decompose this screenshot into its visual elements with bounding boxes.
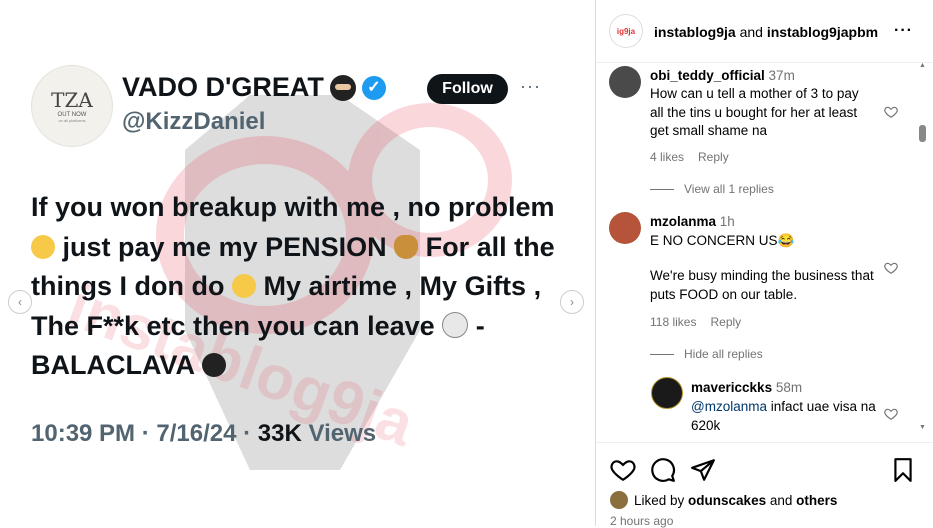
like-heart-icon[interactable]: [884, 407, 898, 421]
verified-badge-icon: ✓: [361, 75, 386, 100]
comment-icon[interactable]: [650, 457, 676, 483]
post-action-bar: Liked by odunscakes and others 2 hours a…: [596, 442, 933, 528]
liker-avatar[interactable]: [610, 491, 628, 509]
post-authors: instablog9ja and instablog9japbm: [654, 24, 878, 40]
more-options-icon[interactable]: ···: [894, 22, 913, 40]
comment-reply-button[interactable]: Reply: [710, 315, 741, 329]
hide-replies-label[interactable]: Hide all replies: [684, 347, 763, 361]
comment-actions: 4 likes Reply: [650, 150, 743, 164]
tweet-text: If you won breakup with me , no problem …: [31, 188, 561, 386]
liked-by: Liked by odunscakes and others: [610, 491, 837, 509]
comment-username[interactable]: obi_teddy_official: [650, 68, 765, 83]
ninja-emoji-icon: [201, 353, 226, 377]
tweet-date: 7/16/24: [156, 420, 237, 447]
liked-prefix: Liked by: [634, 492, 689, 508]
tweet-name-text: VADO D'GREAT: [122, 72, 324, 102]
comment-likes[interactable]: 4 likes: [650, 150, 684, 164]
comment-time: 37m: [768, 68, 795, 83]
tweet-text-part: just pay me my PENSION: [62, 231, 387, 262]
comment-time: 58m: [775, 380, 803, 395]
liked-user-link[interactable]: odunscakes: [688, 493, 766, 508]
avatar-caption-small: on all platforms: [58, 117, 86, 123]
author-link[interactable]: instablog9ja: [654, 24, 736, 40]
view-replies-label[interactable]: View all 1 replies: [684, 182, 774, 196]
skull-emoji-icon: [442, 311, 469, 338]
money-bag-emoji-icon: [394, 234, 419, 259]
meta-separator: ·: [135, 420, 157, 447]
comment-time: 1h: [719, 214, 735, 229]
ninja-emoji-icon: [329, 74, 356, 101]
comments-scrollbar[interactable]: ▲ ▼: [918, 62, 926, 442]
comment-mention-link[interactable]: @mzolanma: [691, 399, 767, 414]
tweet-follow-button: Follow: [427, 74, 508, 104]
coauthor-link[interactable]: instablog9japbm: [767, 24, 878, 40]
comment-avatar[interactable]: [609, 212, 641, 244]
save-bookmark-icon[interactable]: [890, 457, 916, 483]
comment-text: We're busy minding the business that put…: [650, 268, 874, 302]
like-heart-icon[interactable]: [884, 261, 898, 275]
scroll-thumb[interactable]: [919, 125, 926, 142]
eye-roll-emoji-icon: [231, 274, 256, 298]
tweet-meta: 10:39 PM · 7/16/24 · 33K Views: [31, 420, 376, 448]
comment-avatar[interactable]: [651, 377, 683, 409]
tweet-text-part: If you won breakup with me , no problem: [31, 192, 555, 222]
comment-likes[interactable]: 118 likes: [650, 315, 696, 329]
comment-reply-button[interactable]: Reply: [698, 150, 729, 164]
carousel-prev-button[interactable]: ‹: [8, 290, 32, 314]
divider: [650, 188, 674, 190]
divider: [650, 353, 674, 355]
author-joiner: and: [735, 24, 767, 40]
tweet-handle: @KizzDaniel: [122, 108, 266, 135]
scroll-down-icon[interactable]: ▼: [919, 424, 926, 431]
tweet-avatar: TZA OUT NOW on all platforms: [31, 65, 113, 147]
tweet-display-name: VADO D'GREAT ✓: [122, 72, 386, 103]
avatar-logo: TZA: [51, 87, 93, 112]
share-icon[interactable]: [690, 457, 716, 483]
post-image: instablog9ja TZA OUT NOW on all platform…: [0, 0, 596, 526]
tweet-more-icon: ···: [520, 76, 541, 96]
winking-face-emoji-icon: [31, 234, 55, 259]
meta-separator: ·: [236, 420, 258, 447]
scroll-up-icon[interactable]: ▲: [919, 62, 926, 69]
comment-username[interactable]: mzolanma: [650, 214, 716, 229]
liked-by-text: Liked by odunscakes and others: [634, 493, 837, 508]
liked-others-link[interactable]: others: [796, 493, 837, 508]
comment-text: E NO CONCERN US😂: [650, 233, 795, 248]
post-sidebar: ig9ja instablog9ja and instablog9japbm ·…: [596, 0, 933, 528]
carousel-next-button[interactable]: ›: [560, 290, 584, 314]
post-header: ig9ja instablog9ja and instablog9japbm ·…: [596, 0, 933, 63]
comment-actions: 118 likes Reply: [650, 315, 755, 329]
comment-text: How can u tell a mother of 3 to pay all …: [650, 86, 859, 138]
tweet-time: 10:39 PM: [31, 420, 136, 447]
account-avatar[interactable]: ig9ja: [609, 14, 643, 48]
comment-header: obi_teddy_official 37m: [650, 68, 795, 83]
like-icon[interactable]: [610, 457, 636, 483]
comment-text: @mzolanma infact uae visa na 620k: [691, 398, 881, 435]
like-heart-icon[interactable]: [884, 105, 898, 119]
comment-header: mavericckks 58m: [691, 380, 802, 395]
comment-avatar[interactable]: [609, 66, 641, 98]
comment-header: mzolanma 1h: [650, 214, 735, 229]
liked-joiner: and: [766, 492, 797, 508]
view-replies-toggle[interactable]: View all 1 replies: [650, 182, 774, 196]
tweet-views-label: Views: [308, 420, 377, 447]
tweet-views-count: 33K: [257, 420, 302, 447]
comments-list: obi_teddy_official 37m How can u tell a …: [596, 62, 933, 442]
hide-replies-toggle[interactable]: Hide all replies: [650, 347, 763, 361]
comment-username[interactable]: mavericckks: [691, 380, 772, 395]
